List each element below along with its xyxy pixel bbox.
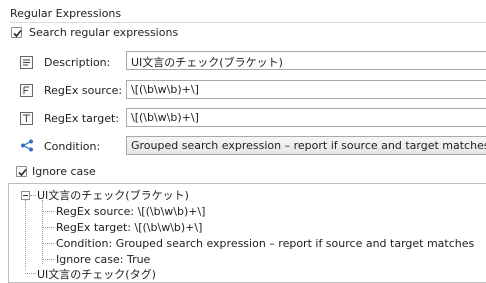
regex-source-icon <box>20 84 33 97</box>
tree-connector <box>25 200 26 270</box>
condition-label: Condition: <box>44 140 101 153</box>
tree-child-item[interactable]: RegEx source: \[(\b\w\b)+\] <box>56 205 205 218</box>
regex-tree[interactable]: UI文言のチェック(ブラケット) RegEx source: \[(\b\w\b… <box>8 183 486 283</box>
tree-root-item[interactable]: UI文言のチェック(ブラケット) <box>37 187 189 203</box>
ignore-case-checkbox[interactable] <box>16 166 27 177</box>
regex-source-label: RegEx source: <box>44 84 123 97</box>
search-regex-checkbox[interactable] <box>11 27 22 38</box>
group-title: Regular Expressions <box>10 7 122 20</box>
tree-connector <box>42 211 54 212</box>
tree-child-item[interactable]: RegEx target: \[(\b\w\b)+\] <box>56 221 202 234</box>
tree-connector <box>42 243 54 244</box>
tree-connector <box>42 200 43 264</box>
tree-child-item[interactable]: Ignore case: True <box>56 253 150 266</box>
tree-child-item[interactable]: Condition: Grouped search expression – r… <box>56 237 474 250</box>
checkmark-icon <box>18 168 27 177</box>
search-regex-label: Search regular expressions <box>29 26 179 39</box>
description-field[interactable]: UI文言のチェック(ブラケット) <box>126 51 486 70</box>
collapse-toggle-icon[interactable] <box>21 191 30 200</box>
regex-source-field[interactable]: \[(\b\w\b)+\] <box>126 80 486 99</box>
ignore-case-label: Ignore case <box>32 165 96 178</box>
tree-connector <box>30 195 36 196</box>
description-icon <box>20 56 33 69</box>
group-divider <box>10 22 486 23</box>
tree-root-item[interactable]: UI文言のチェック(タグ) <box>37 266 156 282</box>
description-label: Description: <box>44 56 111 69</box>
tree-connector <box>42 259 54 260</box>
regex-target-icon <box>20 112 33 125</box>
regex-target-label: RegEx target: <box>44 112 120 125</box>
condition-share-icon <box>20 139 34 152</box>
condition-dropdown[interactable]: Grouped search expression – report if so… <box>126 136 486 155</box>
checkmark-icon <box>13 29 22 38</box>
regex-target-field[interactable]: \[(\b\w\b)+\] <box>126 108 486 127</box>
tree-connector <box>42 227 54 228</box>
